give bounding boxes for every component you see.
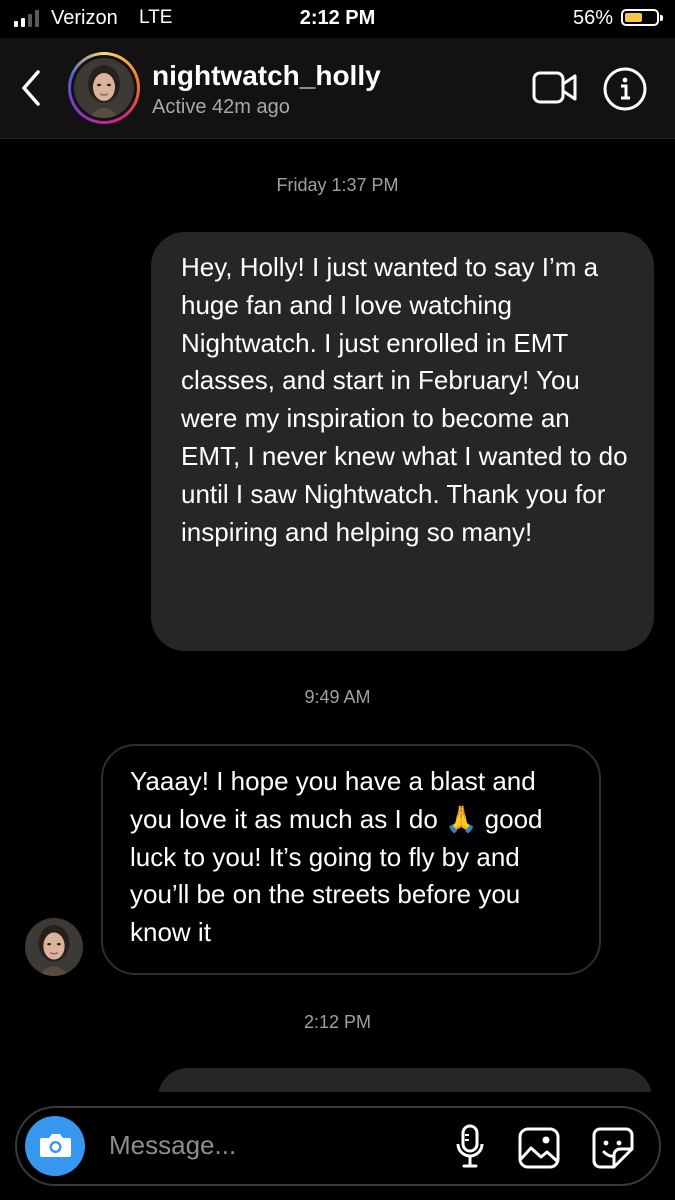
- camera-button[interactable]: [25, 1116, 85, 1176]
- message-composer: [15, 1106, 661, 1186]
- info-icon: [603, 67, 647, 111]
- message-input[interactable]: [109, 1130, 409, 1161]
- gallery-button[interactable]: [517, 1126, 561, 1170]
- activity-status: Active 42m ago: [152, 96, 290, 118]
- sender-photo: [25, 918, 83, 976]
- sticker-button[interactable]: [591, 1126, 635, 1170]
- profile-avatar[interactable]: [68, 52, 140, 124]
- microphone-icon: [456, 1124, 484, 1168]
- video-call-icon: [532, 71, 577, 104]
- gallery-icon: [518, 1127, 560, 1169]
- sticker-icon: [592, 1127, 634, 1169]
- sender-avatar[interactable]: [25, 918, 83, 976]
- timestamp: Friday 1:37 PM: [276, 175, 399, 195]
- outgoing-message[interactable]: Hey, Holly! I just wanted to say I’m a h…: [151, 232, 654, 651]
- info-button[interactable]: [602, 66, 648, 112]
- status-bar: Verizon LTE 2:12 PM 56%: [0, 0, 675, 38]
- incoming-message[interactable]: Yaaay! I hope you have a blast and you l…: [101, 744, 601, 975]
- profile-photo: [74, 58, 134, 118]
- camera-icon: [40, 1134, 71, 1157]
- video-call-button[interactable]: [530, 66, 580, 110]
- battery-icon: [621, 9, 663, 26]
- battery-percent: 56%: [573, 7, 614, 29]
- voice-message-button[interactable]: [455, 1124, 485, 1170]
- back-chevron-icon: [22, 70, 40, 106]
- chat-username[interactable]: nightwatch_holly: [152, 60, 381, 92]
- timestamp: 2:12 PM: [303, 1012, 372, 1032]
- timestamp: 9:49 AM: [304, 687, 371, 707]
- back-button[interactable]: [14, 68, 50, 108]
- chat-header: nightwatch_holly Active 42m ago: [0, 38, 675, 139]
